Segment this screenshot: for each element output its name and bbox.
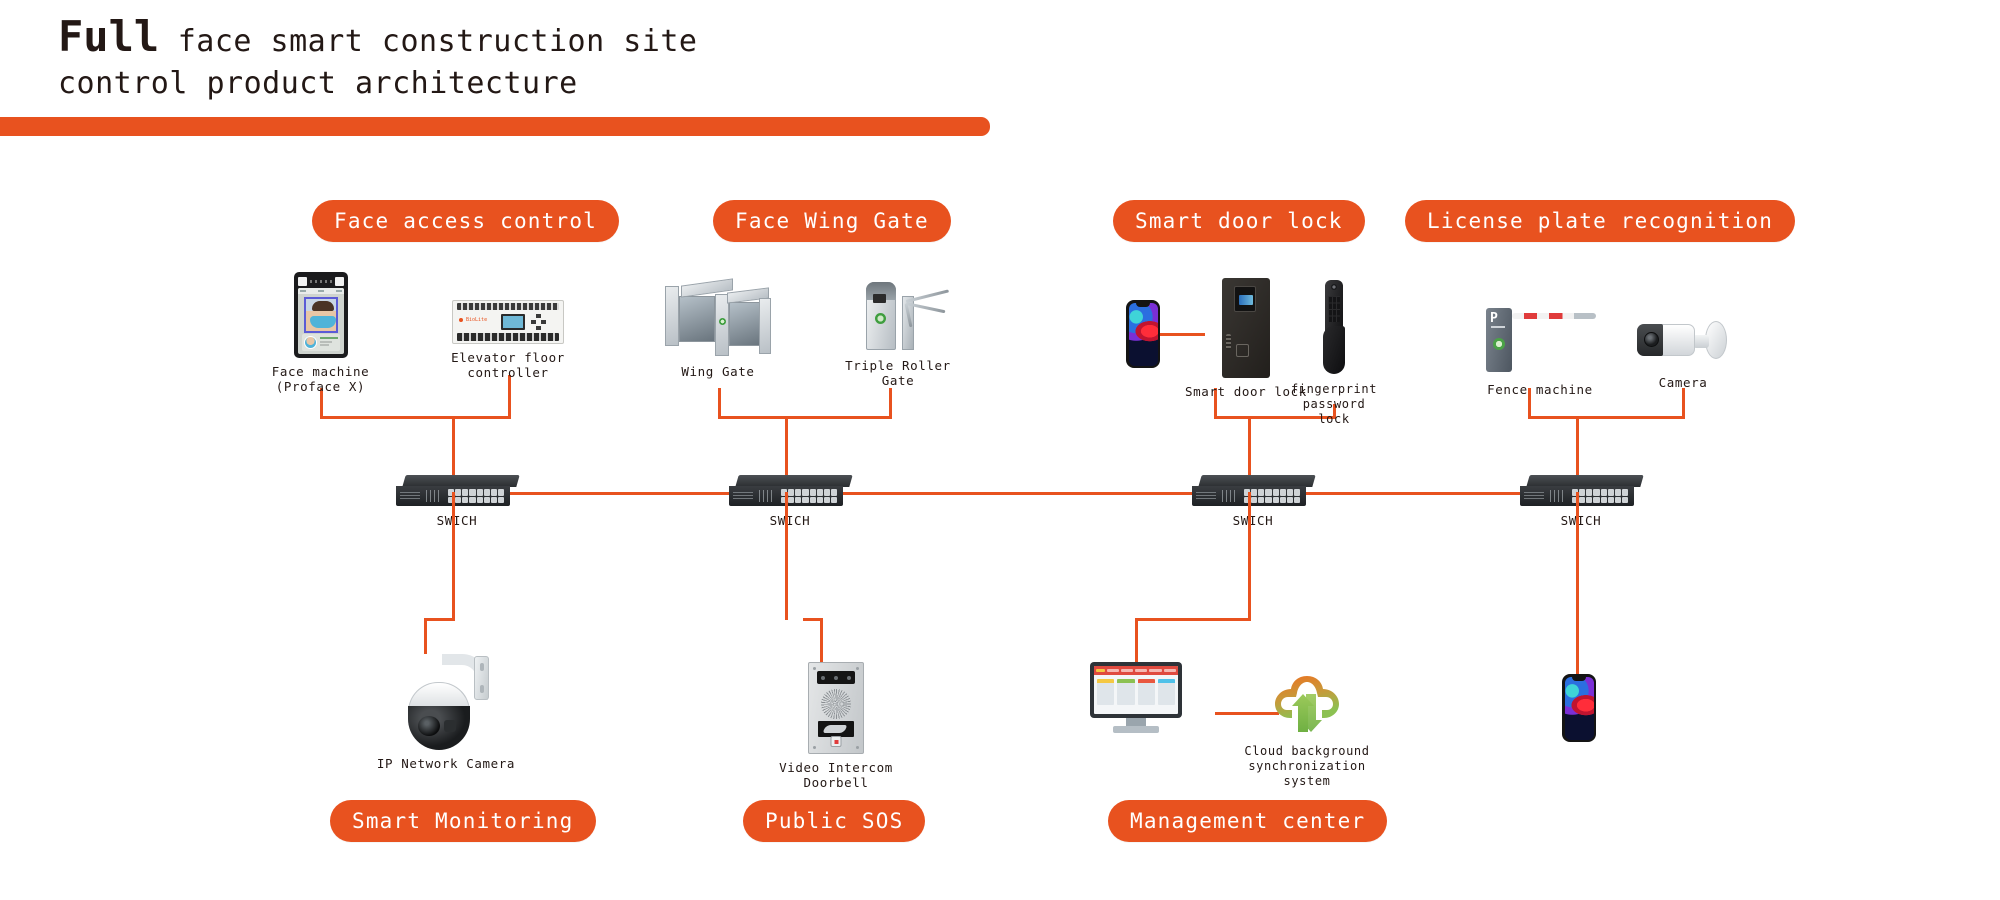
wire-switch3-down (1248, 492, 1251, 620)
switch-icon (1192, 475, 1316, 507)
elevator-controller-label: Elevator floor controller (451, 350, 565, 380)
smart-door-lock-icon (1222, 278, 1270, 378)
wire-group4-bus (1528, 416, 1685, 419)
wire-group2-to-switch (785, 416, 788, 480)
wire-group2-bus (718, 416, 892, 419)
switch-4-label: SWICH (1560, 513, 1602, 528)
triple-roller-gate-label: Triple Roller Gate (845, 358, 951, 388)
wire-elevator-drop (508, 375, 511, 418)
device-fingerprint-password-lock[interactable]: fingerprint password lock (1288, 280, 1380, 427)
device-triple-roller-gate[interactable]: Triple Roller Gate (828, 272, 968, 388)
group-label-smart-door-lock[interactable]: Smart door lock (1113, 200, 1365, 242)
group-label-management-center[interactable]: Management center (1108, 800, 1388, 842)
wire-wing-gate-drop (718, 388, 721, 418)
switch-2-label: SWICH (769, 513, 811, 528)
device-mobile-phone-monitoring[interactable] (1559, 674, 1599, 742)
monitor-icon (1090, 662, 1182, 734)
device-elevator-floor-controller[interactable]: BioLite Elevator floor controller (440, 300, 576, 380)
device-face-machine[interactable]: Face machine (Proface X) (268, 272, 373, 394)
page-title-line2: control product architecture (58, 66, 578, 101)
barrier-gate-icon: P (1480, 300, 1600, 376)
network-switch-4[interactable]: SWICH (1516, 475, 1646, 528)
group-label-face-access-control[interactable]: Face access control (312, 200, 620, 242)
wing-gate-icon (663, 278, 773, 358)
device-video-intercom-doorbell[interactable]: Video Intercom Doorbell (752, 662, 920, 790)
wing-gate-label: Wing Gate (681, 364, 755, 379)
device-ip-network-camera[interactable]: IP Network Camera (360, 654, 532, 771)
wire-to-management-center (1135, 618, 1251, 621)
page-title-rest: face smart construction site (159, 24, 698, 59)
device-wing-gate[interactable]: Wing Gate (648, 278, 788, 379)
wire-group1-bus (320, 416, 511, 419)
wire-switch2-down (785, 492, 788, 620)
video-intercom-doorbell-icon (808, 662, 864, 754)
wire-switch-backbone (452, 492, 1580, 495)
switch-1-label: SWICH (436, 513, 478, 528)
device-cloud-sync-system[interactable]: Cloud background synchronization system (1232, 672, 1382, 789)
page-title-lead: Full (58, 12, 160, 61)
switch-icon (396, 475, 520, 507)
elevator-controller-icon: BioLite (452, 300, 564, 344)
cloud-sync-label: Cloud background synchronization system (1244, 744, 1370, 788)
wire-group3-to-switch (1248, 416, 1251, 480)
ptz-dome-camera-icon (400, 654, 492, 750)
wire-group4-to-switch (1576, 416, 1579, 480)
wire-group1-to-switch (452, 416, 455, 480)
group-label-license-plate-recognition[interactable]: License plate recognition (1405, 200, 1796, 242)
switch-icon (1520, 475, 1644, 507)
wire-to-ptz-camera (424, 618, 455, 621)
bullet-camera-icon (1635, 315, 1731, 369)
group-label-public-sos[interactable]: Public SOS (743, 800, 926, 842)
triple-roller-gate-icon (850, 272, 950, 352)
switch-icon (729, 475, 853, 507)
camera-label: Camera (1658, 375, 1708, 390)
group-label-smart-monitoring[interactable]: Smart Monitoring (330, 800, 596, 842)
smartphone-icon (1562, 674, 1596, 742)
fence-machine-label: Fence machine (1487, 382, 1593, 397)
wire-doorbell-drop (820, 618, 823, 662)
network-switch-2[interactable]: SWICH (725, 475, 855, 528)
fingerprint-lock-icon (1319, 280, 1349, 376)
header-accent-bar (0, 117, 990, 136)
device-camera[interactable]: Camera (1634, 315, 1732, 390)
fingerprint-lock-label: fingerprint password lock (1290, 382, 1378, 426)
face-machine-label: Face machine (Proface X) (271, 364, 370, 394)
network-switch-1[interactable]: SWICH (392, 475, 522, 528)
cloud-sync-icon (1267, 672, 1347, 738)
device-mobile-phone-doorlock[interactable] (1120, 300, 1166, 368)
wire-monitor-drop (1135, 618, 1138, 662)
network-switch-3[interactable]: SWICH (1188, 475, 1318, 528)
smartphone-icon (1126, 300, 1160, 368)
switch-3-label: SWICH (1232, 513, 1274, 528)
wire-ptz-camera-drop (424, 618, 427, 654)
diagram-canvas: Full face smart construction site contro… (0, 0, 2000, 900)
wire-switch4-down-to-phone (1576, 492, 1579, 674)
group-label-face-wing-gate[interactable]: Face Wing Gate (713, 200, 951, 242)
device-management-monitor[interactable] (1090, 662, 1182, 734)
wire-switch1-down (452, 492, 455, 620)
ip-network-camera-label: IP Network Camera (376, 756, 516, 771)
face-machine-icon (293, 272, 348, 358)
wire-triple-roller-drop (889, 388, 892, 418)
page-title: Full face smart construction site contro… (58, 16, 958, 105)
wire-camera-drop (1682, 388, 1685, 418)
video-intercom-doorbell-label: Video Intercom Doorbell (779, 760, 893, 790)
device-fence-machine[interactable]: P Fence machine (1478, 300, 1602, 397)
